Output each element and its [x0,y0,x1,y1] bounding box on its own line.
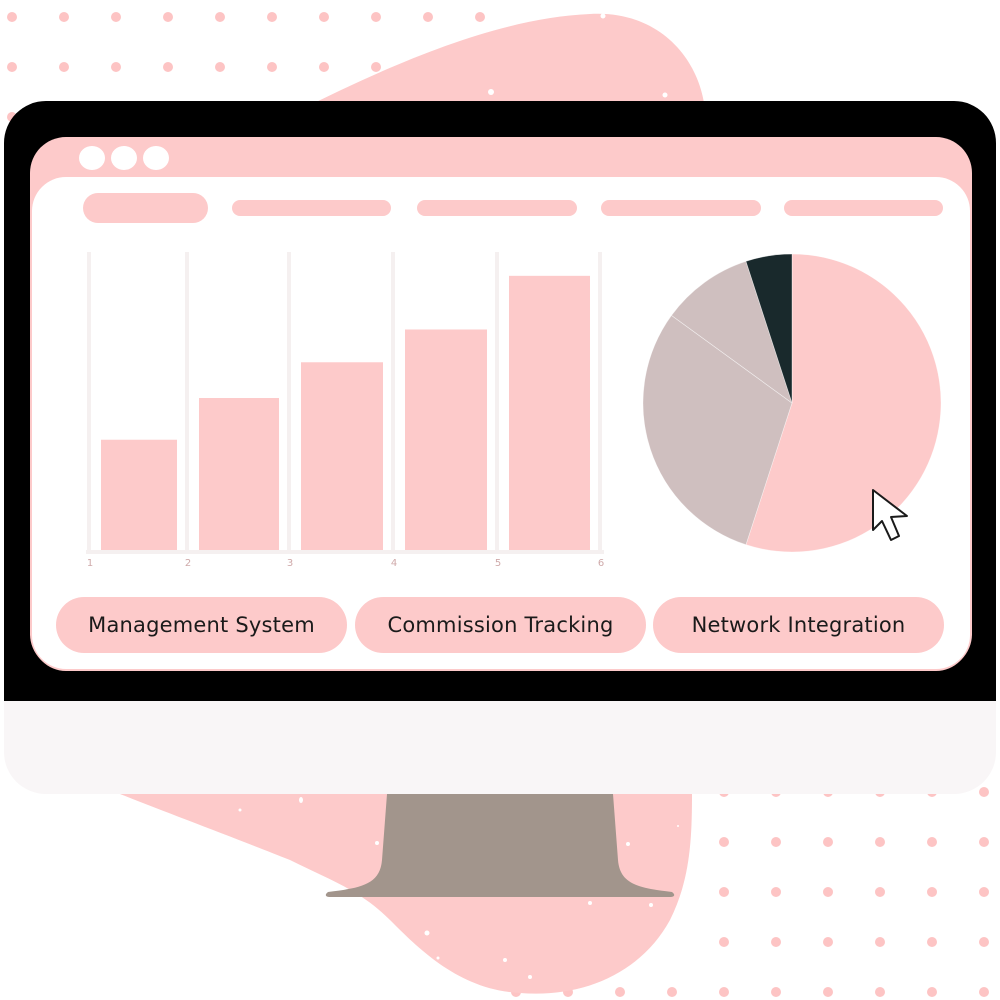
pattern-dot [927,987,937,997]
pattern-dot [771,837,781,847]
pattern-dot [719,987,729,997]
nav-item[interactable] [232,200,391,216]
pattern-dot [823,987,833,997]
window-control-dot[interactable] [143,146,169,170]
pattern-dot [423,12,433,22]
pattern-dot [267,62,277,72]
window-control-dot[interactable] [79,146,105,170]
pattern-dot [771,937,781,947]
pattern-dot [475,12,485,22]
pattern-dot [979,787,989,797]
nav-item[interactable] [417,200,577,216]
pattern-dot [319,62,329,72]
pattern-dot [875,887,885,897]
pattern-dot [979,987,989,997]
pattern-dot [215,62,225,72]
nav-item[interactable] [784,200,943,216]
pattern-dot [215,12,225,22]
commission-tracking-button[interactable]: Commission Tracking [355,597,646,653]
pattern-dot [7,12,17,22]
network-integration-button[interactable]: Network Integration [653,597,944,653]
window-control-dot[interactable] [111,146,137,170]
pattern-dot [823,887,833,897]
pattern-dot [719,887,729,897]
pattern-dot [267,12,277,22]
pattern-dot [111,62,121,72]
monitor-chin [4,701,996,794]
pattern-dot [59,12,69,22]
dashboard-content [32,177,970,669]
pattern-dot [7,62,17,72]
pattern-dot [875,937,885,947]
pattern-dot [163,62,173,72]
pattern-dot [927,837,937,847]
pattern-dot [615,987,625,997]
pattern-dot [979,937,989,947]
pattern-dot [875,987,885,997]
pattern-dot [771,887,781,897]
pattern-dot [823,837,833,847]
pattern-dot [927,887,937,897]
pattern-dot [927,937,937,947]
pattern-dot [719,937,729,947]
pattern-dot [111,12,121,22]
pattern-dot [979,887,989,897]
pattern-dot [371,12,381,22]
pattern-dot [59,62,69,72]
nav-item-active[interactable] [83,193,208,223]
pattern-dot [719,837,729,847]
pattern-dot [875,837,885,847]
pattern-dot [163,12,173,22]
pattern-dot [771,987,781,997]
pattern-dot [319,12,329,22]
pattern-dot [979,837,989,847]
pattern-dot [371,62,381,72]
pattern-dot [823,937,833,947]
nav-item[interactable] [601,200,761,216]
pattern-dot [667,987,677,997]
management-system-button[interactable]: Management System [56,597,347,653]
